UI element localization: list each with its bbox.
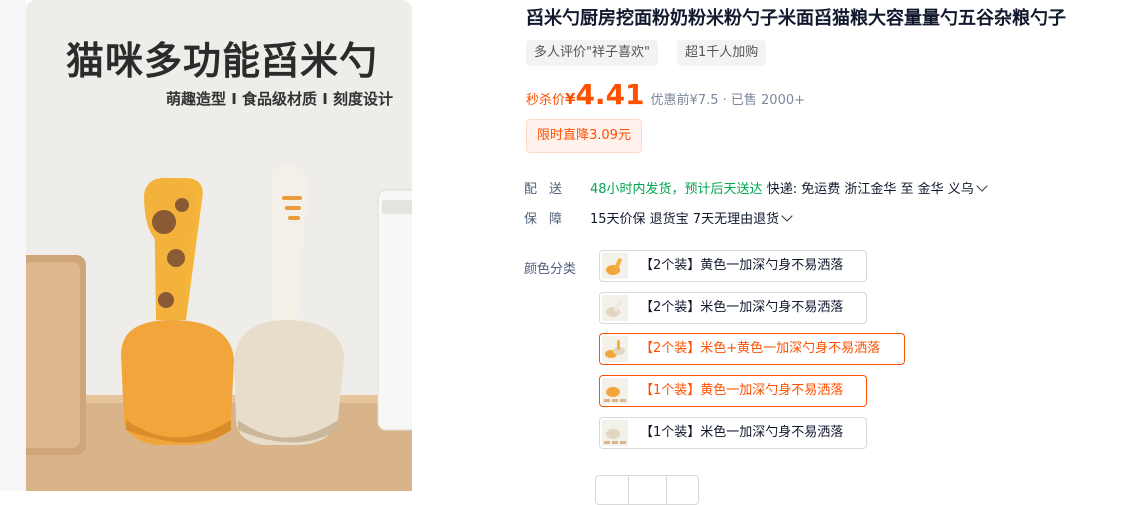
chevron-down-icon[interactable] xyxy=(781,210,793,222)
cart-count-tag[interactable]: 超1千人加购 xyxy=(677,40,767,66)
promo-badge: 限时直降3.09元 xyxy=(526,119,642,153)
left-gallery-strip xyxy=(0,0,26,491)
shipping-label: 配送 xyxy=(524,182,575,197)
color-label: 颜色分类 xyxy=(524,262,577,277)
product-title: 舀米勺厨房挖面粉奶粉米粉勺子米面舀猫粮大容量量勺五谷杂粮勺子 xyxy=(526,8,1066,29)
shipping-detail[interactable]: 快递: 免运费 浙江金华 至 金华 义乌 xyxy=(767,182,974,197)
guarantee-detail[interactable]: 15天价保 退货宝 7天无理由退货 xyxy=(590,212,779,227)
price-value: 4.41 xyxy=(575,78,645,111)
color-option-label: 【1个装】黄色一加深勺身不易洒落 xyxy=(640,383,844,398)
guarantee-label: 保障 xyxy=(524,212,575,227)
quantity-stepper[interactable] xyxy=(595,475,699,505)
color-option-4[interactable]: 【1个装】黄色一加深勺身不易洒落 xyxy=(599,375,867,407)
color-option-3[interactable]: 【2个装】米色+黄色一加深勺身不易洒落 xyxy=(599,333,905,365)
product-main-image[interactable]: 猫咪多功能舀米勺 萌趣造型 I 食品级材质 I 刻度设计 xyxy=(26,0,412,491)
color-option-label: 【2个装】米色+黄色一加深勺身不易洒落 xyxy=(640,341,881,356)
beige-scoop-icon xyxy=(602,295,628,321)
price-row: 秒杀价¥4.41 优惠前¥7.5 · 已售 2000+ xyxy=(526,78,805,111)
chevron-down-icon[interactable] xyxy=(976,180,988,192)
price-extra: 优惠前¥7.5 · 已售 2000+ xyxy=(650,93,805,108)
quantity-divider xyxy=(666,476,667,504)
yellow-scoop-icon xyxy=(602,253,628,279)
shipping-row: 配送 48小时内发货，预计后天送达 快递: 免运费 浙江金华 至 金华 义乌 xyxy=(524,178,990,197)
color-option-label: 【2个装】米色一加深勺身不易洒落 xyxy=(640,300,844,315)
color-option-5[interactable]: 【1个装】米色一加深勺身不易洒落 xyxy=(599,417,867,449)
mixed-scoop-icon xyxy=(602,336,628,362)
hero-title: 猫咪多功能舀米勺 xyxy=(66,39,379,83)
color-option-label: 【2个装】黄色一加深勺身不易洒落 xyxy=(640,258,844,273)
shipping-eta: 48小时内发货，预计后天送达 xyxy=(590,182,763,197)
price-label: 秒杀价 xyxy=(526,93,566,108)
color-option-2[interactable]: 【2个装】米色一加深勺身不易洒落 xyxy=(599,292,867,324)
guarantee-row: 保障 15天价保 退货宝 7天无理由退货 xyxy=(524,208,795,227)
beige-scoop-icon xyxy=(602,420,628,446)
currency-symbol: ¥ xyxy=(565,90,576,108)
hero-subtitle: 萌趣造型 I 食品级材质 I 刻度设计 xyxy=(166,90,394,108)
yellow-scoop-icon xyxy=(602,378,628,404)
review-tag[interactable]: 多人评价"祥子喜欢" xyxy=(526,40,658,66)
quantity-divider xyxy=(628,476,629,504)
color-option-label: 【1个装】米色一加深勺身不易洒落 xyxy=(640,425,844,440)
color-option-1[interactable]: 【2个装】黄色一加深勺身不易洒落 xyxy=(599,250,867,282)
